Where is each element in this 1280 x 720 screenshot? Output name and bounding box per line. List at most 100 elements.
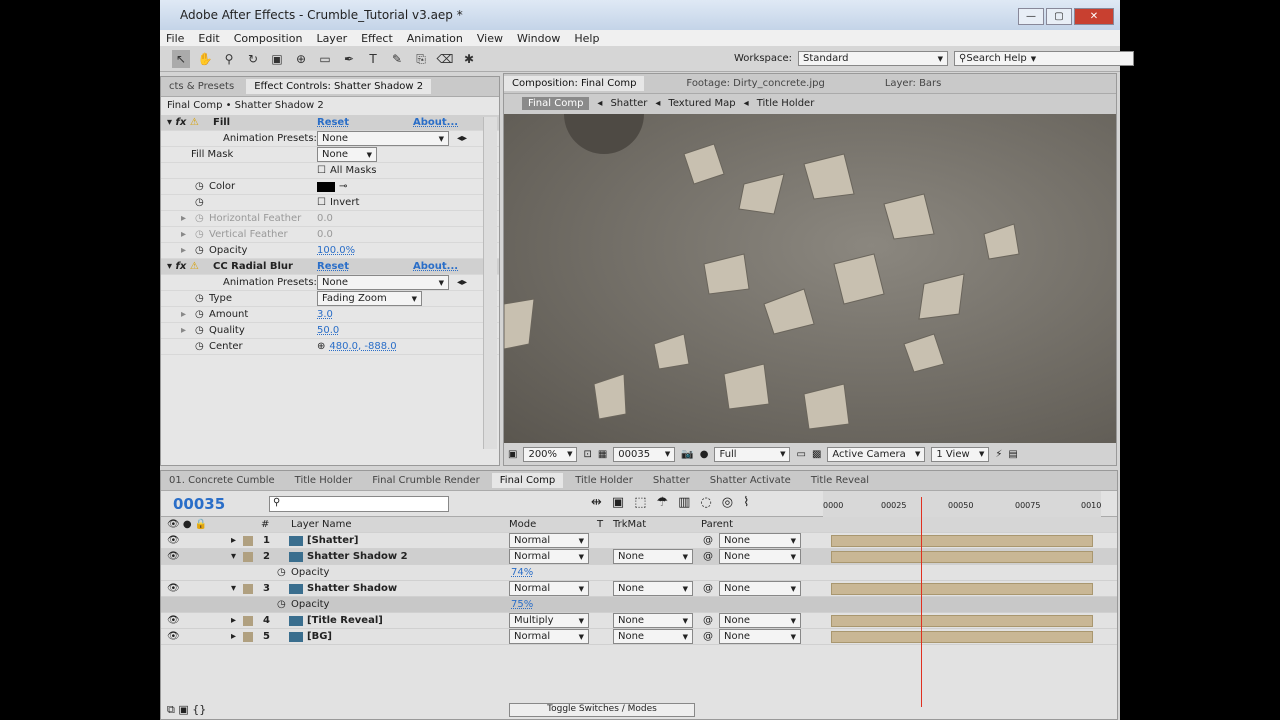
- menu-animation[interactable]: Animation: [407, 32, 463, 45]
- pickwhip-icon[interactable]: @: [703, 583, 713, 594]
- timeline-tab[interactable]: Title Holder: [287, 473, 361, 488]
- timeline-tab[interactable]: Title Reveal: [803, 473, 877, 488]
- label-color-swatch[interactable]: [243, 535, 253, 546]
- preset-nav-arrows-icon[interactable]: ◂▸: [457, 133, 467, 144]
- clone-tool-icon[interactable]: ⎘: [412, 50, 430, 68]
- parent-select[interactable]: None: [719, 613, 801, 628]
- fast-preview-icon[interactable]: ⚡: [995, 449, 1002, 460]
- layer-duration-bar[interactable]: [831, 550, 1093, 563]
- effect-property-row[interactable]: ◷ ☐ Invert: [161, 195, 499, 211]
- expand-arrow-icon[interactable]: ▸: [181, 229, 186, 240]
- timeline-tab[interactable]: 01. Concrete Cumble: [161, 473, 283, 488]
- visibility-eye-icon[interactable]: 👁: [167, 551, 180, 562]
- layer-property-row[interactable]: ◷ Opacity 75%: [161, 597, 1117, 613]
- layer-name[interactable]: [BG]: [307, 631, 332, 642]
- pen-tool-icon[interactable]: ✒: [340, 50, 358, 68]
- effect-property-row[interactable]: ◷ Type Fading Zoom: [161, 291, 499, 307]
- expand-triangle-icon[interactable]: ▾ fx ⚠: [167, 117, 199, 128]
- expand-arrow-icon[interactable]: ▸: [181, 325, 186, 336]
- effect-property-row[interactable]: ☐ All Masks: [161, 163, 499, 179]
- effect-property-row[interactable]: ▾ fx ⚠ CC Radial Blur Reset About...: [161, 259, 499, 275]
- pickwhip-icon[interactable]: @: [703, 631, 713, 642]
- always-preview-icon[interactable]: ▣: [508, 449, 517, 460]
- magnification-select[interactable]: 200%: [523, 446, 578, 462]
- visibility-eye-icon[interactable]: 👁: [167, 615, 180, 626]
- hide-shy-layers-icon[interactable]: ⬚: [634, 495, 646, 510]
- opacity-value[interactable]: 75%: [511, 599, 533, 610]
- checkbox[interactable]: ☐: [317, 197, 326, 208]
- blend-mode-select[interactable]: Normal: [509, 581, 589, 596]
- view-layout-select[interactable]: 1 View: [931, 446, 990, 462]
- layer-name[interactable]: Shatter Shadow 2: [307, 551, 408, 562]
- animation-presets-select[interactable]: None: [317, 275, 449, 290]
- timeline-tab[interactable]: Final Comp: [491, 473, 564, 488]
- layer-name[interactable]: [Title Reveal]: [307, 615, 383, 626]
- stopwatch-icon[interactable]: ◷: [195, 309, 204, 320]
- tab-effect-controls[interactable]: Effect Controls: Shatter Shadow 2: [246, 79, 432, 94]
- stopwatch-icon[interactable]: ◷: [195, 213, 204, 224]
- effect-property-row[interactable]: Animation Presets: None ◂▸: [161, 275, 499, 291]
- about-link[interactable]: About...: [413, 261, 458, 272]
- workspace-select[interactable]: Standard: [798, 51, 949, 66]
- menu-window[interactable]: Window: [517, 32, 560, 45]
- stopwatch-icon[interactable]: ◷: [195, 293, 204, 304]
- track-matte-select[interactable]: None: [613, 549, 693, 564]
- expand-arrow-icon[interactable]: ▸: [231, 631, 236, 642]
- menu-edit[interactable]: Edit: [198, 32, 219, 45]
- close-button[interactable]: ✕: [1074, 8, 1114, 25]
- menu-layer[interactable]: Layer: [316, 32, 347, 45]
- selection-tool-icon[interactable]: ↖: [172, 49, 190, 68]
- menu-composition[interactable]: Composition: [234, 32, 303, 45]
- layer-row[interactable]: 👁 ▾ 3 Shatter Shadow Normal None @ None: [161, 581, 1117, 597]
- effect-property-row[interactable]: ▸ ◷ Opacity 100.0%: [161, 243, 499, 259]
- label-color-swatch[interactable]: [243, 631, 253, 642]
- property-value[interactable]: 480.0, -888.0: [329, 341, 396, 352]
- rotate-tool-icon[interactable]: ↻: [244, 50, 262, 68]
- composition-mini-flowchart-icon[interactable]: ⇹: [591, 495, 602, 510]
- composition-viewer[interactable]: [504, 114, 1116, 444]
- pickwhip-icon[interactable]: @: [703, 535, 713, 546]
- timeline-tab[interactable]: Shatter Activate: [702, 473, 799, 488]
- visibility-eye-icon[interactable]: 👁: [167, 631, 180, 642]
- effect-property-row[interactable]: ▸ ◷ Horizontal Feather 0.0: [161, 211, 499, 227]
- timeline-footer-icons[interactable]: ⧉ ▣ {}: [167, 703, 206, 717]
- camera-select[interactable]: Active Camera: [827, 446, 926, 462]
- minimize-button[interactable]: —: [1018, 8, 1044, 25]
- timeline-tab[interactable]: Shatter: [645, 473, 698, 488]
- effect-property-row[interactable]: Fill Mask None: [161, 147, 499, 163]
- flow-final-comp[interactable]: Final Comp: [522, 96, 590, 110]
- stopwatch-icon[interactable]: ◷: [195, 229, 204, 240]
- pickwhip-icon[interactable]: @: [703, 551, 713, 562]
- effect-property-row[interactable]: ▸ ◷ Quality 50.0: [161, 323, 499, 339]
- blend-mode-select[interactable]: Normal: [509, 549, 589, 564]
- expand-arrow-icon[interactable]: ▾: [231, 583, 236, 594]
- stopwatch-icon[interactable]: ◷: [195, 341, 204, 352]
- safe-zones-icon[interactable]: ⊡: [583, 449, 591, 460]
- time-ruler[interactable]: 0000 00025 00050 00075 0010: [823, 491, 1101, 517]
- timecode-field[interactable]: 00035: [613, 446, 676, 462]
- draft-3d-icon[interactable]: ▣: [612, 495, 624, 510]
- effect-property-row[interactable]: ◷ Center ⊕ 480.0, -888.0: [161, 339, 499, 355]
- maximize-button[interactable]: ▢: [1046, 8, 1072, 25]
- toggle-switches-modes-button[interactable]: Toggle Switches / Modes: [509, 703, 695, 717]
- hand-tool-icon[interactable]: ✋: [196, 50, 214, 68]
- stopwatch-icon[interactable]: ◷: [195, 245, 204, 256]
- reset-link[interactable]: Reset: [317, 117, 349, 128]
- current-time-indicator[interactable]: [921, 497, 922, 707]
- stopwatch-icon[interactable]: ◷: [277, 567, 286, 578]
- grid-icon[interactable]: ▦: [598, 449, 607, 460]
- zoom-tool-icon[interactable]: ⚲: [220, 50, 238, 68]
- color-swatch[interactable]: [317, 181, 335, 192]
- text-tool-icon[interactable]: T: [364, 50, 382, 68]
- checkbox[interactable]: ☐: [317, 165, 326, 176]
- puppet-tool-icon[interactable]: ✱: [460, 50, 478, 68]
- expand-arrow-icon[interactable]: ▸: [181, 245, 186, 256]
- menu-help[interactable]: Help: [574, 32, 599, 45]
- label-color-swatch[interactable]: [243, 583, 253, 594]
- parent-select[interactable]: None: [719, 629, 801, 644]
- parent-select[interactable]: None: [719, 581, 801, 596]
- blend-mode-select[interactable]: Normal: [509, 629, 589, 644]
- resolution-select[interactable]: Full: [714, 446, 791, 462]
- menu-effect[interactable]: Effect: [361, 32, 393, 45]
- search-help-input[interactable]: ⚲ Search Help: [954, 51, 1135, 66]
